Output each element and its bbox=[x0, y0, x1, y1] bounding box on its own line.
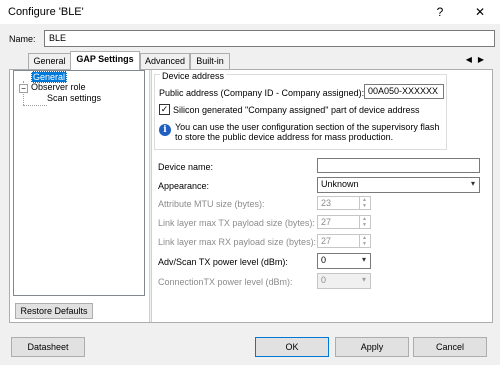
help-button[interactable]: ? bbox=[430, 3, 450, 21]
conn-power-select: 0 ▾ bbox=[317, 273, 371, 289]
tx-payload-value: 27 bbox=[321, 217, 332, 227]
adv-power-value: 0 bbox=[321, 255, 327, 265]
device-address-title: Device address bbox=[160, 71, 227, 81]
tab-scroll-arrows[interactable]: ◀▶ bbox=[466, 55, 490, 64]
spin-down-icon: ▼ bbox=[362, 222, 367, 228]
name-input[interactable]: BLE bbox=[44, 30, 495, 47]
panel-splitter[interactable] bbox=[149, 70, 152, 322]
tx-payload-spinner: 27 ▲ ▼ bbox=[317, 215, 371, 229]
tab-gap-settings[interactable]: GAP Settings bbox=[70, 51, 140, 70]
settings-tree[interactable]: General − Observer role Scan settings bbox=[13, 70, 145, 296]
restore-defaults-button[interactable]: Restore Defaults bbox=[15, 303, 93, 319]
name-label: Name: bbox=[9, 34, 36, 44]
device-name-label: Device name: bbox=[158, 162, 214, 172]
public-address-input[interactable]: 00A050-XXXXXX bbox=[364, 84, 444, 99]
info-line-2: to store the public device address for m… bbox=[175, 132, 394, 142]
conn-power-label: ConnectionTX power level (dBm): bbox=[158, 277, 293, 287]
mtu-value: 23 bbox=[321, 198, 332, 208]
conn-power-value: 0 bbox=[321, 275, 327, 285]
rx-payload-value: 27 bbox=[321, 236, 332, 246]
spin-buttons: ▲ ▼ bbox=[359, 216, 370, 228]
tab-scroll-right-icon[interactable]: ▶ bbox=[478, 55, 490, 64]
rx-payload-label: Link layer max RX payload size (bytes): bbox=[158, 237, 317, 247]
silicon-generated-checkbox[interactable]: ✓ bbox=[159, 104, 170, 115]
chevron-down-icon: ▾ bbox=[361, 275, 366, 284]
chevron-down-icon: ▾ bbox=[361, 255, 366, 264]
tab-advanced[interactable]: Advanced bbox=[140, 53, 190, 69]
info-text: You can use the user configuration secti… bbox=[175, 122, 439, 142]
appearance-select[interactable]: Unknown ▾ bbox=[317, 177, 480, 193]
spin-down-icon: ▼ bbox=[362, 241, 367, 247]
close-button[interactable]: ✕ bbox=[470, 3, 490, 21]
tree-item-general[interactable]: General bbox=[31, 71, 68, 83]
info-icon: i bbox=[159, 124, 171, 136]
cancel-button[interactable]: Cancel bbox=[413, 337, 487, 357]
info-line-1: You can use the user configuration secti… bbox=[175, 122, 440, 132]
adv-power-select[interactable]: 0 ▾ bbox=[317, 253, 371, 269]
spin-buttons: ▲ ▼ bbox=[359, 197, 370, 209]
spin-down-icon: ▼ bbox=[362, 203, 367, 209]
tree-item-label: Scan settings bbox=[47, 93, 102, 103]
tree-item-label: Observer role bbox=[31, 82, 86, 92]
mtu-label: Attribute MTU size (bytes): bbox=[158, 199, 265, 209]
apply-button[interactable]: Apply bbox=[335, 337, 409, 357]
tree-item-scan-settings[interactable]: Scan settings bbox=[47, 93, 101, 103]
window-title: Configure 'BLE' bbox=[8, 6, 84, 18]
appearance-label: Appearance: bbox=[158, 181, 210, 191]
rx-payload-spinner: 27 ▲ ▼ bbox=[317, 234, 371, 248]
device-name-input[interactable] bbox=[317, 158, 480, 173]
appearance-value: Unknown bbox=[321, 179, 359, 189]
public-address-label: Public address (Company ID - Company ass… bbox=[159, 88, 365, 98]
tab-general[interactable]: General bbox=[28, 53, 71, 69]
tab-built-in[interactable]: Built-in bbox=[190, 53, 230, 69]
tree-item-observer-role[interactable]: Observer role bbox=[31, 82, 86, 92]
spin-buttons: ▲ ▼ bbox=[359, 235, 370, 247]
chevron-down-icon: ▾ bbox=[470, 179, 475, 188]
silicon-generated-label: Silicon generated "Company assigned" par… bbox=[173, 105, 420, 115]
mtu-spinner: 23 ▲ ▼ bbox=[317, 196, 371, 210]
tx-payload-label: Link layer max TX payload size (bytes): bbox=[158, 218, 315, 228]
datasheet-button[interactable]: Datasheet bbox=[11, 337, 85, 357]
collapse-icon[interactable]: − bbox=[19, 84, 28, 93]
tab-scroll-left-icon[interactable]: ◀ bbox=[466, 55, 478, 64]
ok-button[interactable]: OK bbox=[255, 337, 329, 357]
adv-power-label: Adv/Scan TX power level (dBm): bbox=[158, 257, 288, 267]
